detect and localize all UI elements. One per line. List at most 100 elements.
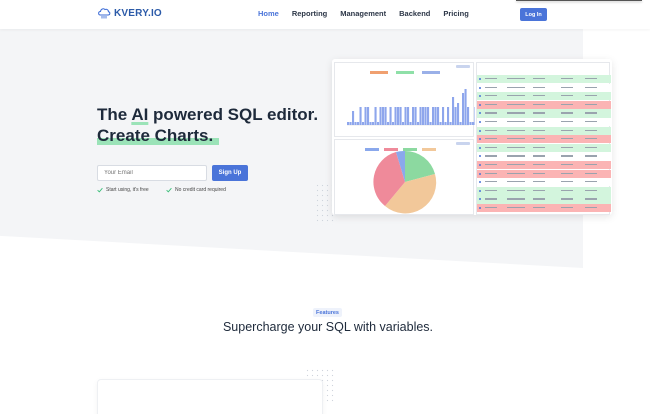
table-cell	[533, 164, 545, 166]
table-cell	[561, 78, 573, 80]
table-cell	[507, 155, 525, 157]
chart-bar	[347, 122, 350, 125]
table-cell	[507, 172, 525, 174]
chart-bar	[359, 107, 362, 125]
chart-bar	[417, 122, 420, 125]
table-cell	[507, 121, 525, 123]
table-cell	[485, 181, 497, 183]
table-row	[477, 109, 611, 118]
table-cell	[561, 207, 573, 209]
nav-link-pricing[interactable]: Pricing	[443, 9, 468, 18]
chart-bar	[369, 122, 372, 125]
headline-charts-highlight: Create Charts.	[97, 126, 220, 145]
chart-bar	[372, 122, 375, 125]
table-row	[477, 186, 611, 195]
chart-bar	[459, 122, 462, 125]
chart-bar	[377, 122, 380, 125]
table-cell	[533, 146, 545, 148]
table-cell	[485, 172, 497, 174]
chart-bar	[474, 107, 475, 125]
table-cell	[507, 112, 525, 114]
chart-bar	[432, 107, 435, 125]
headline-line-1: The AI powered SQL editor.	[97, 104, 318, 125]
table-cell	[507, 129, 525, 131]
hero-headline: The AI powered SQL editor. Create Charts…	[97, 104, 318, 146]
pie-chart-panel	[334, 139, 474, 215]
nav-link-reporting[interactable]: Reporting	[292, 9, 327, 18]
chart-bar	[407, 107, 410, 125]
table-cell	[485, 112, 497, 114]
chart-bar	[467, 107, 470, 125]
table-cell	[533, 112, 545, 114]
table-cell	[561, 138, 573, 140]
chart-bar	[402, 122, 405, 125]
table-cell	[533, 95, 545, 97]
nav-links: Home Reporting Management Backend Pricin…	[258, 9, 482, 18]
table-cell	[507, 189, 525, 191]
row-marker	[479, 78, 481, 80]
table-cell	[485, 138, 497, 140]
nav-link-backend[interactable]: Backend	[399, 9, 430, 18]
table-cell	[561, 103, 573, 105]
email-input[interactable]	[97, 165, 207, 181]
row-marker	[479, 95, 481, 98]
login-button[interactable]: Log In	[520, 8, 547, 21]
table-cell	[561, 129, 573, 131]
chart-bar	[429, 122, 432, 125]
table-cell	[585, 112, 597, 114]
logo[interactable]: KVERY.IO	[97, 7, 162, 19]
table-cell	[485, 198, 497, 200]
signup-button[interactable]: Sign Up	[212, 165, 248, 181]
chart-bar	[367, 107, 370, 125]
table-cell	[561, 121, 573, 123]
table-cell	[533, 138, 545, 140]
chart-bar	[469, 122, 472, 125]
chart-bar	[427, 107, 430, 125]
row-marker	[479, 155, 481, 158]
chart-bar	[434, 107, 437, 125]
nav-link-management[interactable]: Management	[340, 9, 386, 18]
row-marker	[479, 138, 481, 141]
table-cell	[561, 181, 573, 183]
chart-bar	[422, 107, 425, 125]
table-cell	[507, 198, 525, 200]
check-text-no-card: No credit card required	[175, 187, 226, 193]
table-cell	[533, 78, 545, 80]
table-cell	[507, 181, 525, 183]
table-cell	[507, 103, 525, 105]
table-cell	[585, 181, 597, 183]
chart-bar	[414, 107, 417, 125]
table-cell	[585, 95, 597, 97]
table-cell	[561, 164, 573, 166]
table-cell	[533, 155, 545, 157]
chart-bar	[442, 107, 445, 125]
table-row	[477, 75, 611, 84]
chart-bar	[357, 122, 360, 125]
chart-bar	[449, 122, 452, 125]
table-cell	[485, 207, 497, 209]
chart-bar	[452, 97, 455, 125]
chart-bar	[394, 107, 397, 125]
chart-bar	[437, 107, 440, 125]
table-cell	[533, 86, 545, 88]
chart-bar	[352, 111, 355, 125]
table-cell	[585, 146, 597, 148]
bar-chart-panel	[334, 62, 475, 137]
table-cell	[585, 86, 597, 88]
table-cell	[585, 78, 597, 80]
chart-bar	[457, 103, 460, 125]
table-cell	[507, 95, 525, 97]
table-cell	[585, 189, 597, 191]
table-cell	[507, 86, 525, 88]
table-cell	[533, 103, 545, 105]
table-cell	[507, 164, 525, 166]
table-cell	[585, 207, 597, 209]
table-cell	[533, 121, 545, 123]
nav-link-home[interactable]: Home	[258, 9, 279, 18]
table-row	[477, 83, 611, 92]
table-cell	[561, 189, 573, 191]
table-cell	[533, 172, 545, 174]
chart-bar	[354, 122, 357, 125]
table-cell	[585, 164, 597, 166]
top-navigation: KVERY.IO Home Reporting Management Backe…	[0, 0, 650, 29]
